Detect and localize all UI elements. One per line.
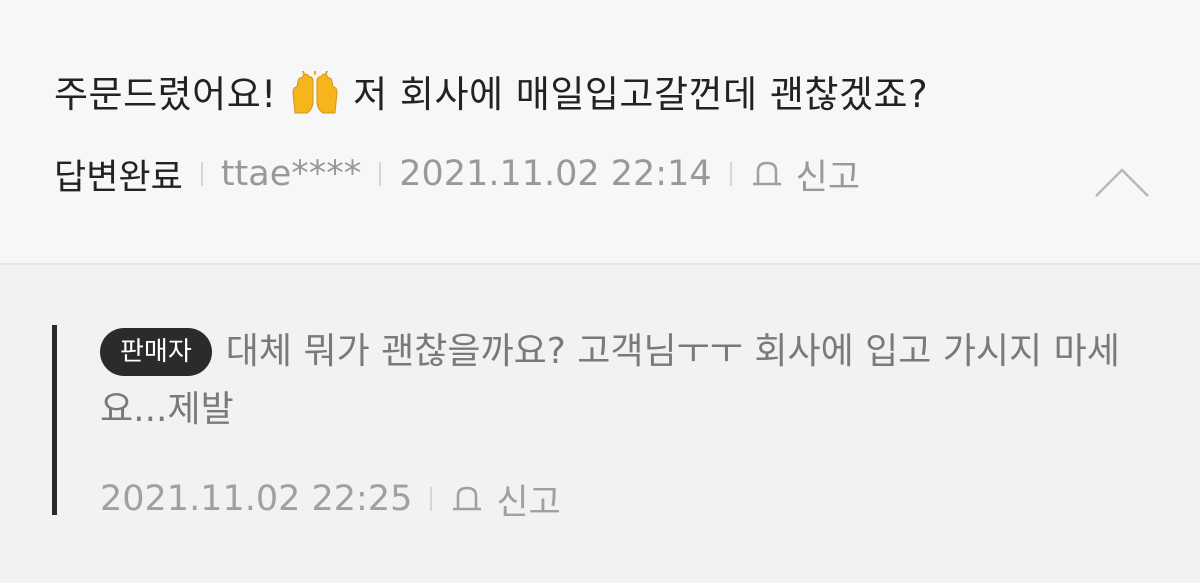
report-button[interactable]: 신고 xyxy=(750,149,860,200)
siren-icon xyxy=(752,161,781,186)
chevron-up-icon[interactable] xyxy=(1092,164,1152,200)
siren-icon xyxy=(453,486,482,511)
author-id: ttae**** xyxy=(220,154,362,194)
question-datetime: 2021.11.02 22:14 xyxy=(399,154,712,194)
raising-hands-icon xyxy=(292,71,338,114)
seller-badge: 판매자 xyxy=(100,328,212,376)
answer-text-block: 판매자 대체 뭐가 괜찮을까요? 고객님ㅜㅜ 회사에 입고 가시지 마세요...제… xyxy=(100,323,1160,439)
answer-status: 답변완료 xyxy=(54,157,183,198)
answer-text: 대체 뭐가 괜찮을까요? 고객님ㅜㅜ 회사에 입고 가시지 마세요...제발 xyxy=(100,331,1120,430)
separator xyxy=(729,162,732,186)
answer-section: 판매자 대체 뭐가 괜찮을까요? 고객님ㅜㅜ 회사에 입고 가시지 마세요...제… xyxy=(0,265,1200,583)
question-text: 주문드렸어요! 저 회사에 매일입고갈껀데 괜찮겠죠? xyxy=(54,64,928,118)
answer-indicator-bar xyxy=(52,325,57,515)
question-text-end: 저 회사에 매일입고갈껀데 괜찮겠죠? xyxy=(340,73,929,116)
separator xyxy=(200,162,203,186)
report-button[interactable]: 신고 xyxy=(450,474,561,525)
question-meta: 답변완료 ttae**** 2021.11.02 22:14 신고 xyxy=(54,152,860,198)
question-section: 주문드렸어요! 저 회사에 매일입고갈껀데 괜찮겠죠? 답변완료 ttae***… xyxy=(0,0,1200,263)
report-label: 신고 xyxy=(795,157,861,198)
separator xyxy=(379,162,382,186)
report-label: 신고 xyxy=(496,482,561,523)
answer-datetime: 2021.11.02 22:25 xyxy=(100,479,413,519)
separator xyxy=(430,487,433,511)
answer-meta: 2021.11.02 22:25 신고 xyxy=(100,477,561,523)
question-text-start: 주문드렸어요! xyxy=(54,73,289,116)
